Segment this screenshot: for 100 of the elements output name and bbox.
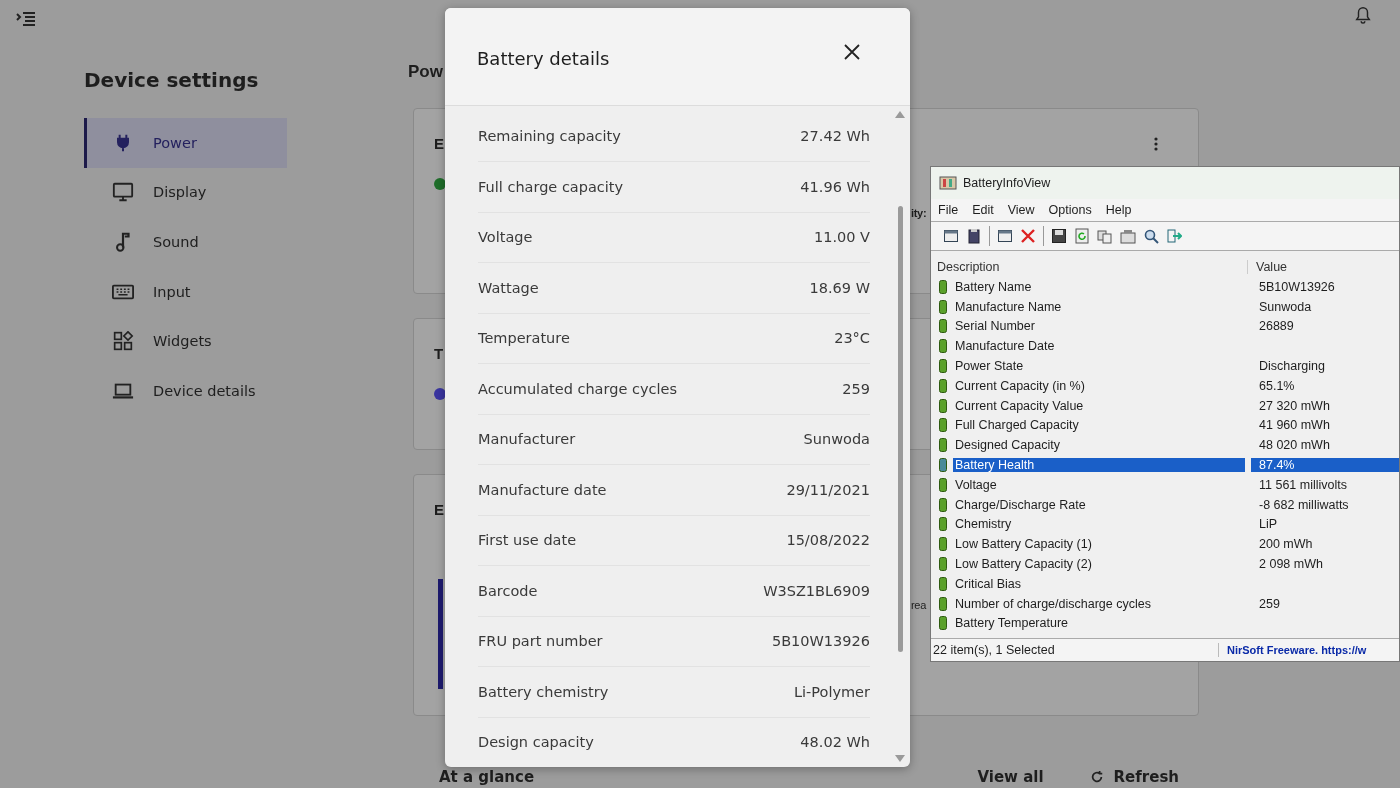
save-icon[interactable] <box>1051 228 1067 244</box>
table-cell-text: LiP <box>1258 517 1278 532</box>
battery-icon <box>939 378 947 393</box>
card-title: E <box>434 135 444 152</box>
detail-label: First use date <box>478 532 577 549</box>
detail-value: 259 <box>842 380 870 397</box>
battery-icon <box>939 418 947 433</box>
list-item[interactable]: Battery Temperature <box>953 616 1245 631</box>
notification-bell-icon[interactable] <box>1354 5 1372 25</box>
list-item[interactable]: Manufacture Name <box>953 299 1245 314</box>
detail-label: Battery chemistry <box>478 683 609 700</box>
website-link[interactable]: NirSoft Freeware. https://w <box>1219 644 1367 656</box>
table-cell-text: -8 682 milliwatts <box>1258 497 1349 512</box>
more-options-icon[interactable] <box>1154 136 1158 151</box>
search-icon[interactable] <box>1143 228 1159 244</box>
menu-item[interactable]: Options <box>1048 203 1092 217</box>
battery-icon <box>939 438 947 453</box>
list-item[interactable]: Battery Health <box>953 458 1245 473</box>
detail-value: 23°C <box>834 330 870 347</box>
battery-icon <box>939 497 947 512</box>
menu-item[interactable]: Help <box>1105 203 1132 217</box>
battery-icon <box>939 398 947 413</box>
detail-label: Design capacity <box>478 734 594 751</box>
sidebar-item[interactable]: Widgets <box>84 316 287 366</box>
battery-icon <box>939 359 947 374</box>
detail-label: FRU part number <box>478 633 603 650</box>
menu-icon[interactable] <box>16 11 36 27</box>
copy-icon[interactable] <box>1097 228 1113 244</box>
card-title: E <box>434 501 444 518</box>
exit-icon[interactable] <box>1166 228 1182 244</box>
table-cell-text: 26889 <box>1258 319 1294 334</box>
view-all-link[interactable]: View all <box>977 768 1044 786</box>
sidebar-item[interactable]: Input <box>84 266 287 317</box>
refresh-icon[interactable] <box>1074 228 1090 244</box>
battery-icon <box>939 537 947 552</box>
table-cell-text: 5B10W13926 <box>1258 279 1335 294</box>
list-item[interactable]: Battery Name <box>953 279 1245 294</box>
refresh-icon <box>1089 770 1104 784</box>
table-cell-text: Sunwoda <box>1258 299 1312 314</box>
card-text: rea <box>911 599 926 611</box>
menu-item[interactable]: View <box>1007 203 1035 217</box>
list-item[interactable]: Full Charged Capacity <box>953 418 1245 433</box>
menu-item[interactable]: File <box>938 203 959 217</box>
list-item[interactable]: Chemistry <box>953 517 1245 532</box>
sidebar-item[interactable]: Sound <box>84 217 287 267</box>
menu-item[interactable]: Edit <box>972 203 994 217</box>
detail-label: Accumulated charge cycles <box>478 380 677 397</box>
monitor-icon <box>111 181 135 204</box>
detail-value: 27.42 Wh <box>800 128 870 145</box>
battery-icon <box>939 616 947 631</box>
refresh-button[interactable]: Refresh <box>1089 768 1179 786</box>
sidebar-item[interactable]: Device details <box>84 365 287 416</box>
battery-icon <box>939 319 947 334</box>
table-cell-text: 41 960 mWh <box>1258 418 1330 433</box>
detail-label: Barcode <box>478 582 538 599</box>
battery-icon <box>939 576 947 591</box>
table-cell-text: 259 <box>1258 596 1280 611</box>
column-header[interactable]: Value <box>1248 260 1288 274</box>
detail-value: 11.00 V <box>813 229 870 246</box>
list-item[interactable]: Power State <box>953 359 1245 374</box>
table-cell-text: 11 561 millivolts <box>1258 477 1347 492</box>
dialog-title: Battery details <box>477 47 610 69</box>
window-icon[interactable] <box>943 228 959 244</box>
list-item[interactable]: Designed Capacity <box>953 438 1245 453</box>
properties-icon[interactable] <box>1120 228 1136 244</box>
list-item[interactable]: Current Capacity Value <box>953 398 1245 413</box>
list-item[interactable]: Manufacture Date <box>953 339 1245 354</box>
page-heading: Pow <box>408 62 444 83</box>
window-icon[interactable] <box>997 228 1013 244</box>
delete-icon[interactable] <box>1020 228 1036 244</box>
detail-value: 5B10W13926 <box>771 633 870 650</box>
scrollbar-thumb[interactable] <box>897 205 903 652</box>
sidebar-item[interactable]: Display <box>84 167 287 218</box>
detail-value: W3SZ1BL6909 <box>763 582 870 599</box>
battery-icon <box>939 477 947 492</box>
battery-icon <box>939 458 947 473</box>
clipboard-icon[interactable] <box>966 228 982 244</box>
detail-value: 15/08/2022 <box>786 532 870 549</box>
list-item[interactable]: Serial Number <box>953 319 1245 334</box>
sidebar-item[interactable]: Power <box>84 118 287 168</box>
detail-value: Li-Polymer <box>793 683 870 700</box>
list-item[interactable]: Low Battery Capacity (1) <box>953 537 1245 552</box>
close-icon[interactable] <box>844 44 860 61</box>
list-item[interactable]: Voltage <box>953 477 1245 492</box>
list-item[interactable]: Low Battery Capacity (2) <box>953 557 1245 572</box>
battery-icon <box>939 517 947 532</box>
card-text: ity: <box>911 207 927 219</box>
sidebar-title: Device settings <box>84 68 260 94</box>
status-dot-icon <box>434 388 446 400</box>
battery-icon <box>939 557 947 572</box>
detail-label: Manufacture date <box>478 481 607 498</box>
list-item[interactable]: Number of charge/discharge cycles <box>953 596 1245 611</box>
list-item[interactable]: Charge/Discharge Rate <box>953 497 1245 512</box>
list-item[interactable]: Current Capacity (in %) <box>953 378 1245 393</box>
battery-icon <box>939 596 947 611</box>
column-header[interactable]: Description <box>937 260 1248 274</box>
detail-label: Full charge capacity <box>478 178 624 195</box>
detail-label: Remaining capacity <box>478 128 621 145</box>
status-dot-icon <box>434 178 446 190</box>
list-item[interactable]: Critical Bias <box>953 576 1245 591</box>
